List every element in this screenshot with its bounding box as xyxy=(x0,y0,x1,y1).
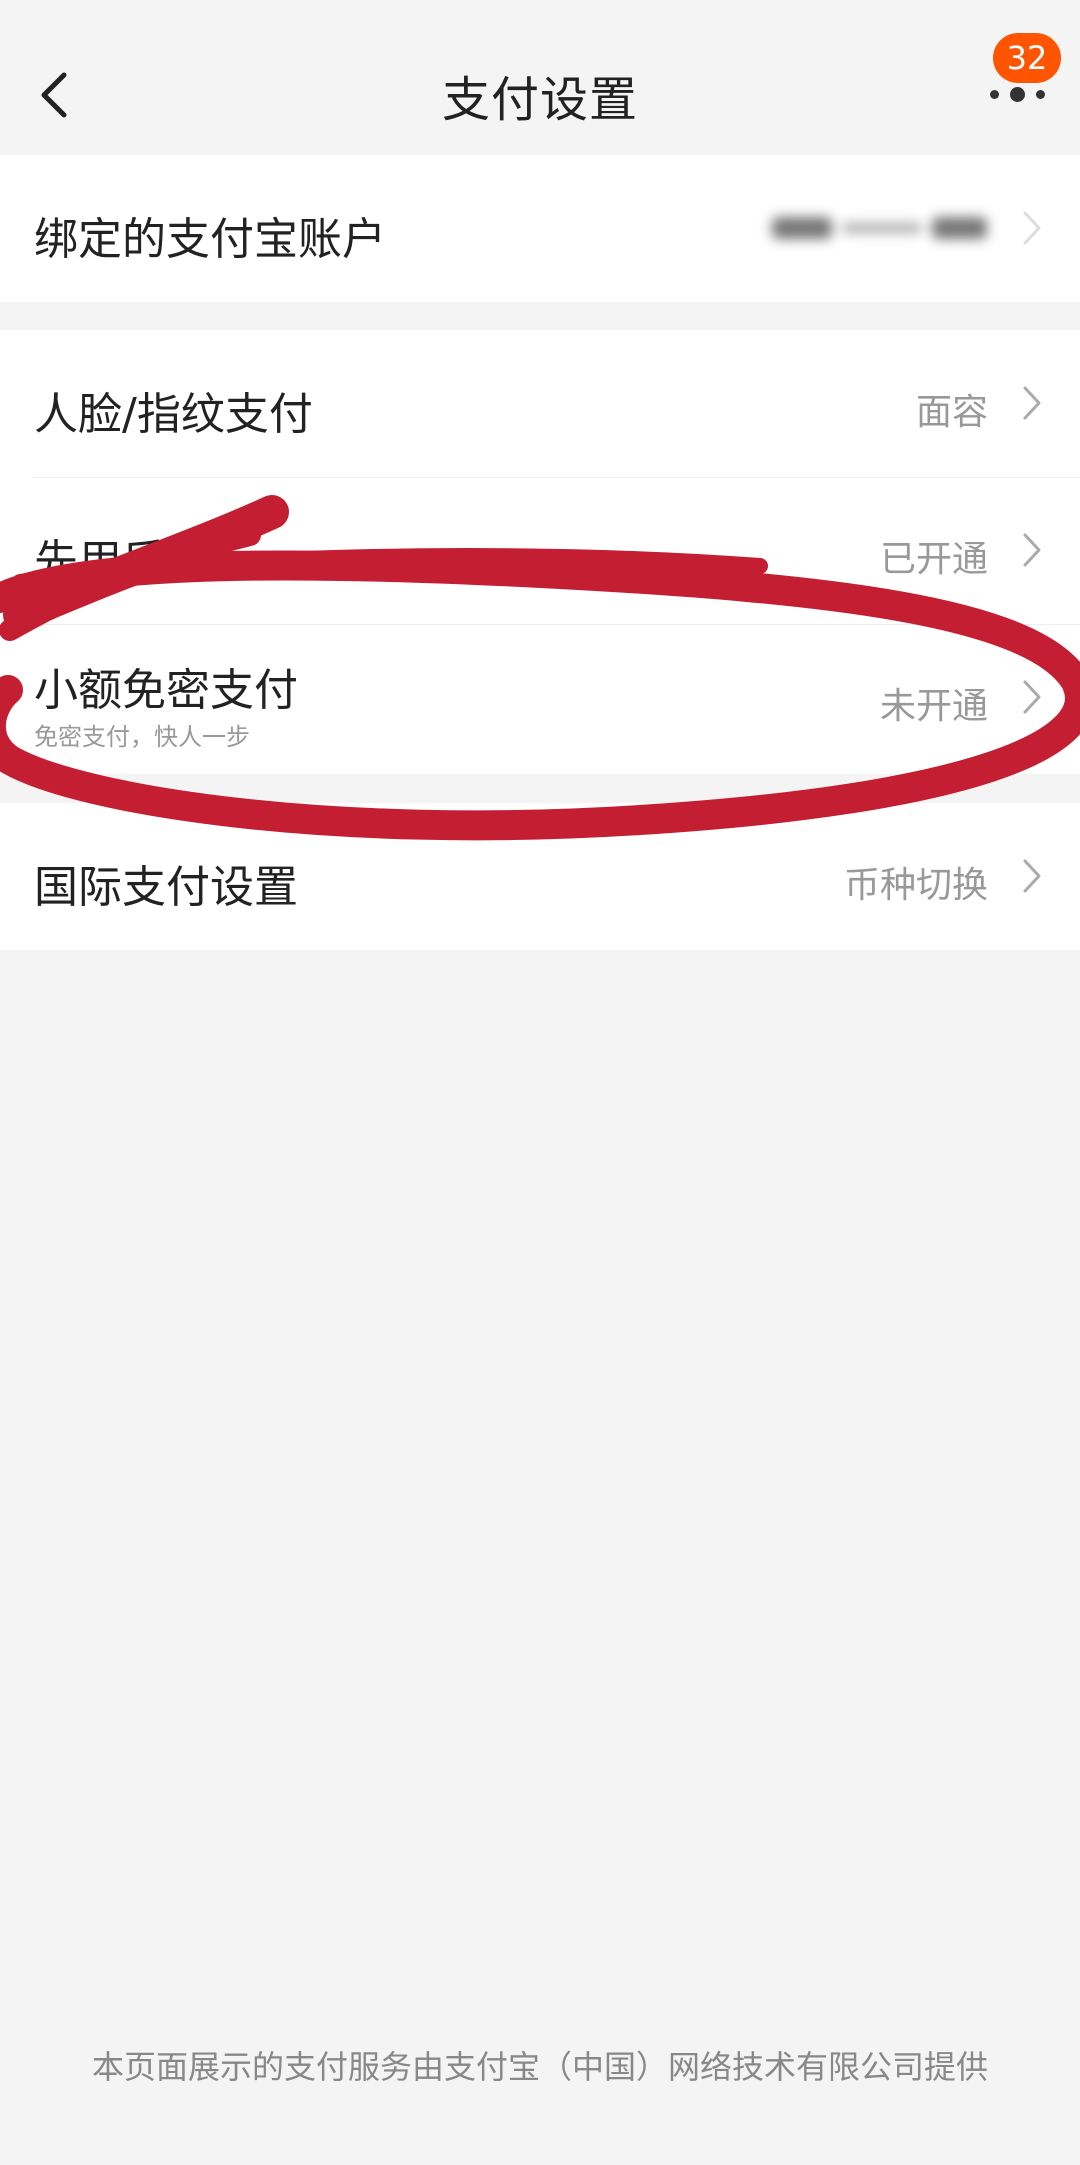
row-label: 小额免密支付 xyxy=(34,665,298,716)
chevron-right-icon xyxy=(1023,533,1041,567)
row-label: 绑定的支付宝账户 xyxy=(34,214,386,265)
chevron-right-icon xyxy=(1023,211,1041,245)
row-value: 未开通 xyxy=(879,686,988,727)
chevron-right-icon xyxy=(1023,386,1041,420)
more-dots-icon xyxy=(990,90,999,99)
chevron-right-icon xyxy=(1023,859,1041,893)
international-pay-settings-row[interactable]: 国际支付设置 币种切换 xyxy=(0,803,1080,950)
small-amount-password-free-row[interactable]: 小额免密支付 免密支付，快人一步 未开通 xyxy=(0,624,1080,771)
page-title: 支付设置 xyxy=(441,72,638,128)
account-group: 绑定的支付宝账户 xyxy=(0,155,1080,302)
row-value: 面容 xyxy=(915,392,988,433)
row-sublabel: 免密支付，快人一步 xyxy=(34,723,250,751)
international-group: 国际支付设置 币种切换 xyxy=(0,803,1080,950)
red-circle-annotation xyxy=(0,495,1080,841)
row-value: 已开通 xyxy=(879,539,988,580)
nav-bar: 支付设置 32 xyxy=(0,0,1080,155)
row-value: 币种切换 xyxy=(843,865,988,906)
footer-disclaimer: 本页面展示的支付服务由支付宝（中国）网络技术有限公司提供 xyxy=(91,2048,988,2086)
face-fingerprint-pay-row[interactable]: 人脸/指纹支付 面容 xyxy=(0,330,1080,477)
row-label: 国际支付设置 xyxy=(34,862,298,913)
row-label: 先用后付 xyxy=(34,536,210,587)
bound-alipay-account-row[interactable]: 绑定的支付宝账户 xyxy=(0,155,1080,302)
payment-settings-group: 人脸/指纹支付 面容 先用后付 已开通 小额免密支付 免密支付，快人一步 未开通 xyxy=(0,330,1080,774)
row-label: 人脸/指纹支付 xyxy=(34,389,313,440)
chevron-right-icon xyxy=(1023,680,1041,714)
notification-badge: 32 xyxy=(993,33,1061,83)
blurred-account-value xyxy=(772,213,992,243)
pay-later-row[interactable]: 先用后付 已开通 xyxy=(0,477,1080,624)
